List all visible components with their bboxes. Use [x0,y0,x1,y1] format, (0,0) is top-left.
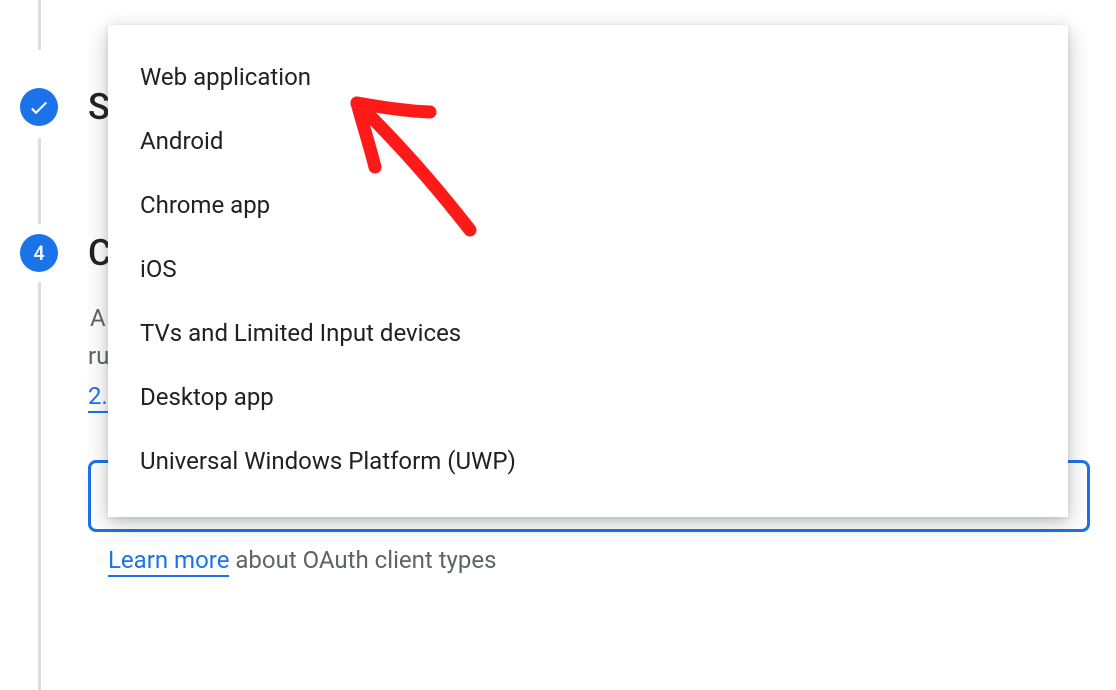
description-line-1: A [90,300,106,336]
dropdown-option-tvs-limited-input[interactable]: TVs and Limited Input devices [108,301,1068,365]
timeline-segment [38,138,41,224]
dropdown-option-android[interactable]: Android [108,109,1068,173]
timeline-segment [38,282,41,690]
application-type-dropdown[interactable]: Web application Android Chrome app iOS T… [108,25,1068,517]
dropdown-option-desktop-app[interactable]: Desktop app [108,365,1068,429]
step-completed-badge [20,88,58,126]
timeline-segment [38,0,41,50]
step-completed-heading: S [88,86,109,128]
dropdown-option-web-application[interactable]: Web application [108,45,1068,109]
dropdown-option-ios[interactable]: iOS [108,237,1068,301]
check-icon [27,95,51,119]
step-current-badge: 4 [20,234,58,272]
step-current-number: 4 [33,241,44,265]
dropdown-option-uwp[interactable]: Universal Windows Platform (UWP) [108,429,1068,493]
learn-more-link[interactable]: Learn more [108,546,229,577]
learn-more-line: Learn more about OAuth client types [108,546,497,574]
description-numbered-link[interactable]: 2. [88,378,108,414]
description-line-2: ru [88,338,109,374]
page-stage: S 4 C A ru 2. Learn more about OAuth cli… [0,0,1116,690]
learn-more-rest: about OAuth client types [229,546,496,574]
dropdown-option-chrome-app[interactable]: Chrome app [108,173,1068,237]
